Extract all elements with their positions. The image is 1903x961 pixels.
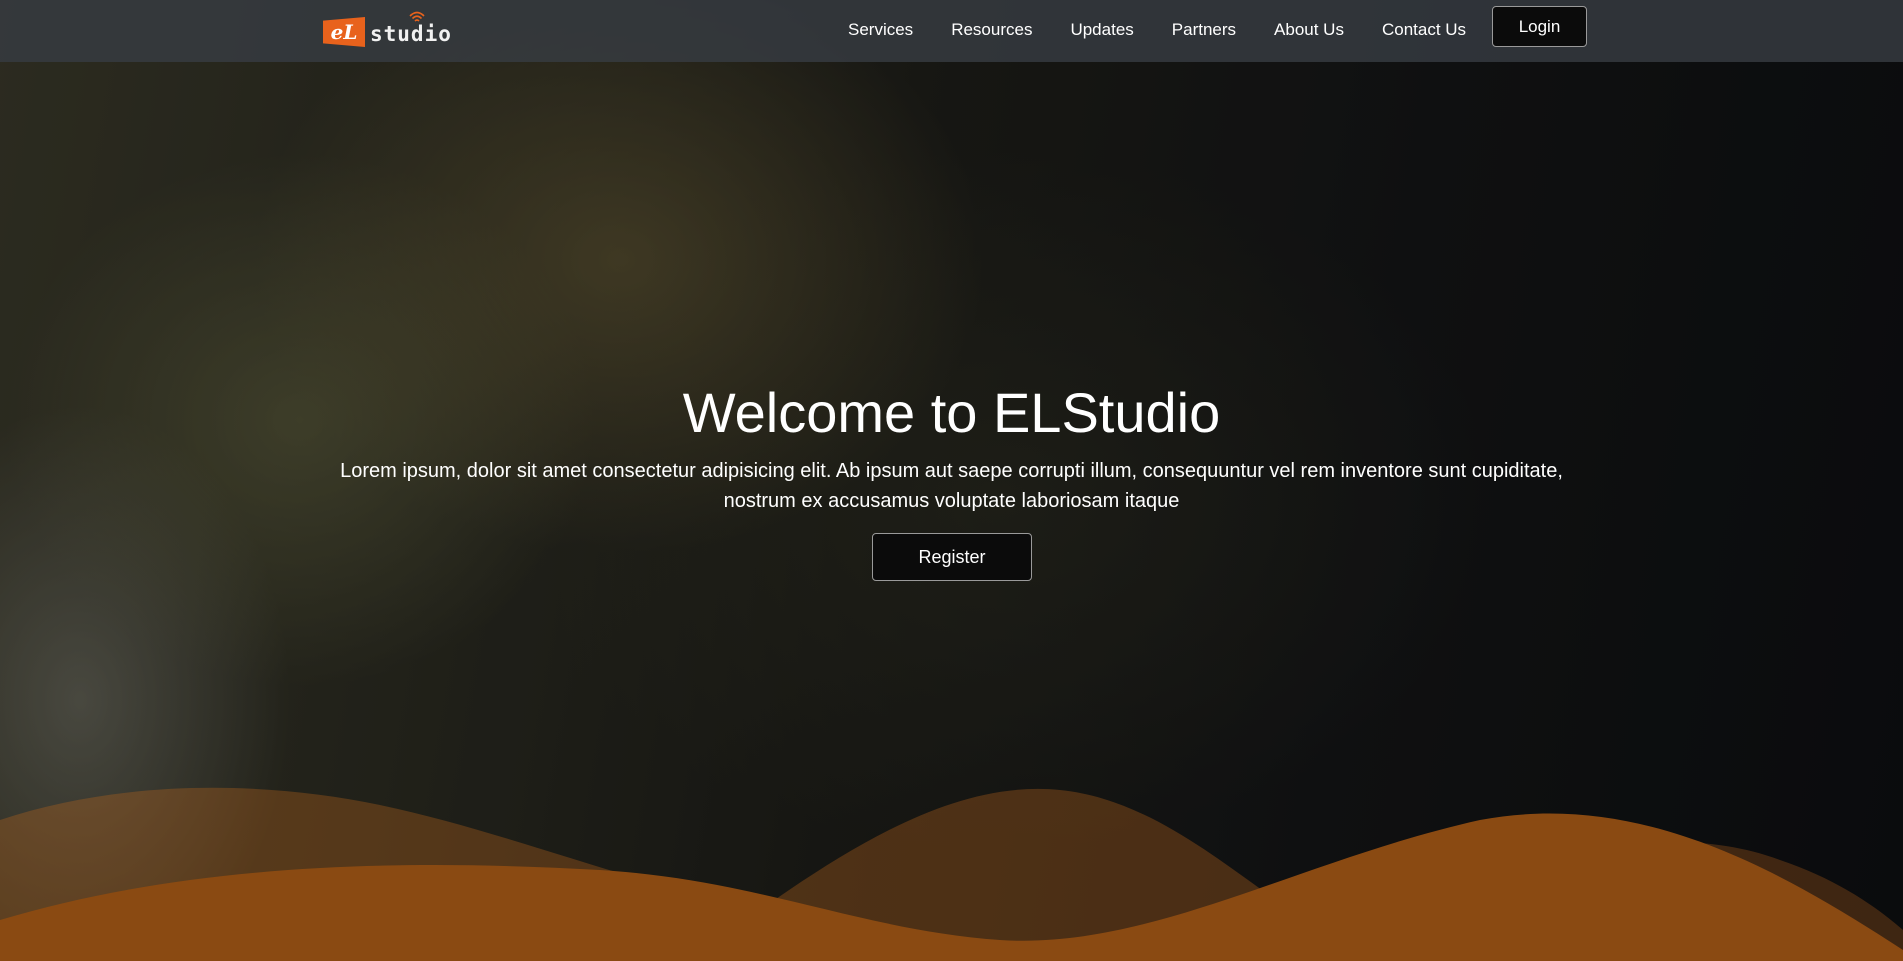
nav-menu: Services Resources Updates Partners Abou…: [848, 0, 1466, 60]
logo-badge-text: eL: [330, 20, 358, 44]
login-button[interactable]: Login: [1492, 6, 1587, 47]
top-navbar: eL studio Services Resources Updates Par…: [0, 0, 1903, 62]
decorative-waves: [0, 787, 1903, 961]
register-button[interactable]: Register: [872, 533, 1032, 581]
hero-description: Lorem ipsum, dolor sit amet consectetur …: [340, 460, 1563, 512]
nav-link-about-us[interactable]: About Us: [1274, 20, 1344, 40]
nav-link-contact-us[interactable]: Contact Us: [1382, 20, 1466, 40]
nav-link-resources[interactable]: Resources: [951, 20, 1032, 40]
landing-page: eL studio Services Resources Updates Par…: [0, 0, 1903, 961]
nav-link-services[interactable]: Services: [848, 20, 913, 40]
wifi-icon: [409, 11, 425, 25]
hero-title: Welcome to ELStudio: [682, 381, 1221, 444]
brand-logo[interactable]: eL studio: [323, 11, 452, 50]
logo-wordmark: studio: [370, 22, 452, 46]
nav-link-partners[interactable]: Partners: [1172, 20, 1236, 40]
logo-badge: eL: [323, 17, 365, 47]
nav-link-updates[interactable]: Updates: [1070, 20, 1133, 40]
